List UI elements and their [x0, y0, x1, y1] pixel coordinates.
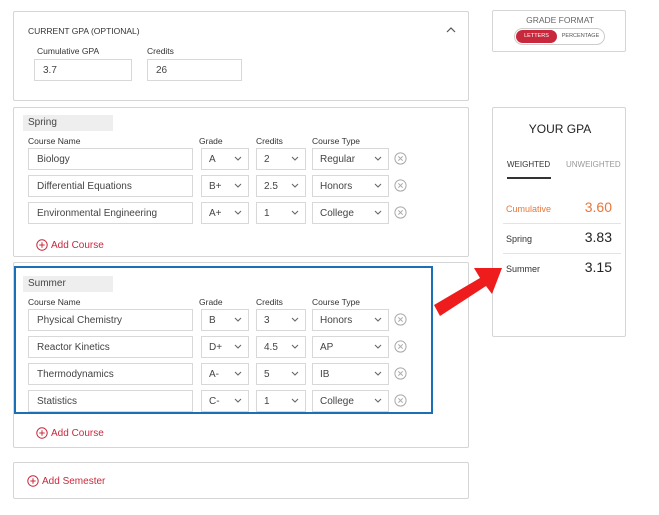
grade-format-title: GRADE FORMAT	[526, 15, 594, 25]
course-type-select[interactable]: College	[312, 202, 389, 224]
add-semester-link[interactable]: Add Semester	[27, 475, 105, 487]
course-name-input[interactable]: Biology	[28, 148, 193, 170]
credits-select[interactable]: 2.5	[256, 175, 306, 197]
gpa-row-value: 3.15	[584, 259, 612, 275]
gpa-row-label: Cumulative	[506, 204, 552, 214]
add-course-label: Add Course	[51, 427, 104, 439]
chevron-down-icon	[374, 183, 382, 188]
red-arrow-annotation-icon	[434, 268, 502, 316]
credits-value: 2	[264, 154, 270, 165]
plus-circle-icon	[36, 239, 48, 251]
chevron-down-icon	[234, 210, 242, 215]
summer-highlight-box	[14, 266, 433, 414]
gpa-row-value: 3.60	[584, 199, 612, 215]
tab-weighted-underline	[507, 177, 551, 179]
tab-weighted[interactable]: WEIGHTED	[507, 160, 550, 169]
chevron-down-icon	[374, 210, 382, 215]
current-gpa-panel: CURRENT GPA (OPTIONAL) Cumulative GPA Cr…	[13, 11, 469, 101]
course-type-value: College	[320, 208, 354, 219]
add-semester-label: Add Semester	[42, 475, 106, 487]
plus-circle-icon	[27, 475, 39, 487]
credits-value: 1	[264, 208, 270, 219]
grade-select[interactable]: A+	[201, 202, 249, 224]
course-type-select[interactable]: Regular	[312, 148, 389, 170]
gpa-row-cumulative: Cumulative 3.60	[503, 196, 621, 224]
chevron-down-icon	[234, 183, 242, 188]
column-course-name: Course Name	[28, 136, 81, 146]
tab-unweighted[interactable]: UNWEIGHTED	[566, 160, 621, 169]
semester-panel-spring: Spring Course Name Grade Credits Course …	[13, 107, 469, 257]
add-semester-panel: Add Semester	[13, 462, 469, 499]
chevron-down-icon	[291, 183, 299, 188]
current-gpa-title: CURRENT GPA (OPTIONAL)	[28, 26, 140, 36]
credits-select[interactable]: 2	[256, 148, 306, 170]
credits-select[interactable]: 1	[256, 202, 306, 224]
gpa-row-summer: Summer 3.15	[503, 256, 621, 284]
grade-value: A+	[209, 208, 222, 219]
gpa-row-label: Spring	[506, 234, 533, 244]
grade-value: A	[209, 154, 216, 165]
course-type-select[interactable]: Honors	[312, 175, 389, 197]
grade-select[interactable]: A	[201, 148, 249, 170]
cumulative-gpa-input[interactable]: 3.7	[34, 59, 132, 81]
credits-value: 2.5	[264, 181, 278, 192]
remove-course-icon[interactable]	[394, 152, 407, 165]
plus-circle-icon	[36, 427, 48, 439]
gpa-row-label: Summer	[506, 264, 541, 274]
grade-format-panel: GRADE FORMAT LETTERS PERCENTAGE	[492, 10, 626, 52]
chevron-down-icon	[291, 210, 299, 215]
format-option-letters[interactable]: LETTERS	[516, 30, 557, 43]
add-course-label: Add Course	[51, 239, 104, 251]
course-type-value: Regular	[320, 154, 356, 165]
format-option-percentage[interactable]: PERCENTAGE	[558, 30, 603, 43]
grade-format-toggle: LETTERS PERCENTAGE	[514, 28, 605, 45]
semester-name-input[interactable]: Spring	[23, 115, 113, 131]
cumulative-gpa-label: Cumulative GPA	[37, 46, 100, 56]
credits-input[interactable]: 26	[147, 59, 242, 81]
your-gpa-title: YOUR GPA	[528, 122, 592, 136]
credits-label: Credits	[147, 46, 174, 56]
remove-course-icon[interactable]	[394, 179, 407, 192]
column-course-type: Course Type	[312, 136, 361, 146]
grade-value: B+	[209, 181, 222, 192]
course-name-input[interactable]: Environmental Engineering	[28, 202, 193, 224]
course-type-value: Honors	[320, 181, 353, 192]
collapse-chevron-icon[interactable]	[446, 26, 456, 34]
gpa-row-value: 3.83	[584, 229, 612, 245]
chevron-down-icon	[291, 156, 299, 161]
column-credits: Credits	[256, 136, 283, 146]
remove-course-icon[interactable]	[394, 206, 407, 219]
chevron-down-icon	[374, 156, 382, 161]
course-name-input[interactable]: Differential Equations	[28, 175, 193, 197]
column-grade: Grade	[199, 136, 223, 146]
your-gpa-panel: YOUR GPA WEIGHTED UNWEIGHTED Cumulative …	[492, 107, 626, 337]
add-course-link[interactable]: Add Course	[36, 427, 104, 439]
chevron-down-icon	[234, 156, 242, 161]
add-course-link[interactable]: Add Course	[36, 239, 104, 251]
grade-select[interactable]: B+	[201, 175, 249, 197]
gpa-row-spring: Spring 3.83	[503, 226, 621, 254]
